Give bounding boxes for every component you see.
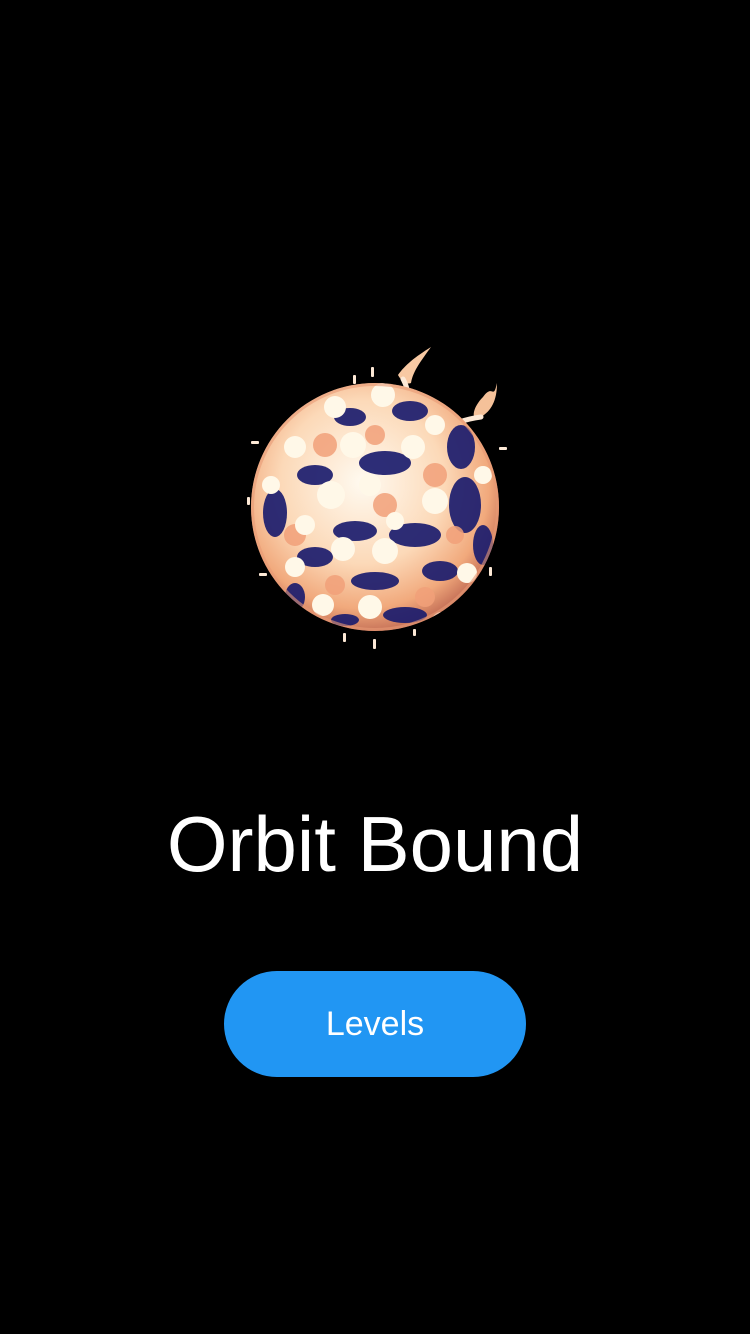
star-sphere [251, 383, 499, 631]
star-planet-icon [235, 335, 520, 655]
levels-button[interactable]: Levels [224, 971, 526, 1077]
star-planet-graphic [247, 347, 507, 649]
game-title: Orbit Bound [166, 800, 584, 888]
main-menu-screen: Orbit Bound Levels [0, 0, 750, 1334]
